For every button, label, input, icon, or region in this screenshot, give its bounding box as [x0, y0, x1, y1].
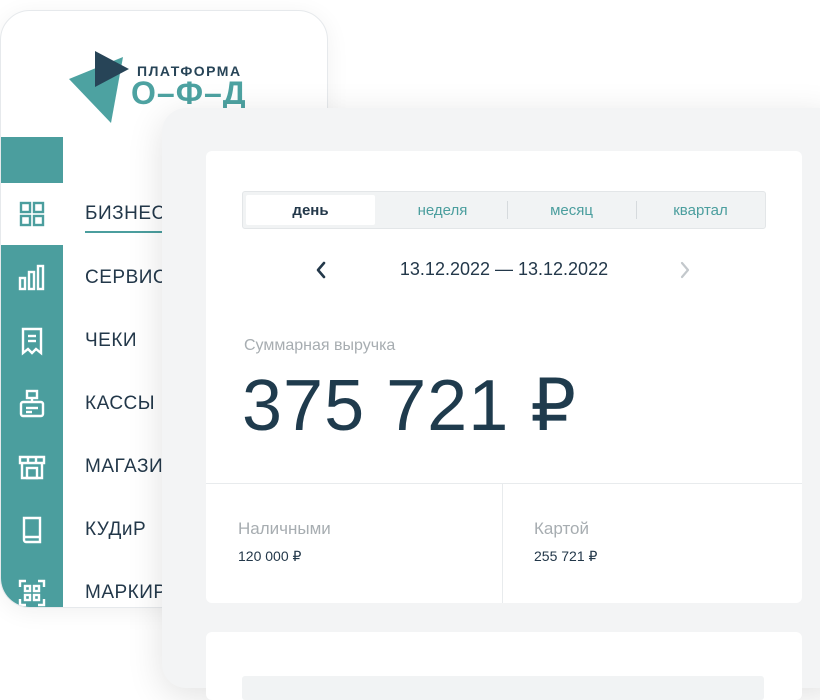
cash-label: Наличными: [238, 519, 331, 538]
card-value: 255 721 ₽: [534, 548, 598, 564]
bar-chart-icon: [1, 247, 63, 309]
dashboard-grid-icon: [1, 183, 63, 245]
date-navigator: 13.12.2022 — 13.12.2022: [206, 255, 802, 285]
sidebar-item-label: МАРКИР: [85, 582, 167, 603]
sidebar-item-label: ЧЕКИ: [85, 330, 138, 351]
sidebar-item-label: МАГАЗИ: [85, 456, 164, 477]
secondary-tabs: [242, 676, 764, 700]
book-icon: [1, 499, 63, 561]
sidebar-item-label: СЕРВИС: [85, 267, 168, 288]
sidebar-item-label: БИЗНЕС: [85, 203, 166, 224]
sidebar-item-label: КУДиР: [85, 519, 147, 540]
period-tabs: день неделя месяц квартал: [242, 191, 766, 229]
card-label: Картой: [534, 519, 589, 538]
vertical-divider: [502, 484, 503, 603]
tab-month[interactable]: месяц: [507, 192, 636, 228]
tab-week[interactable]: неделя: [378, 192, 507, 228]
secondary-card: [206, 632, 802, 700]
store-icon: [1, 436, 63, 498]
logo-text-bottom: О–Ф–Д: [131, 75, 247, 111]
tab-day[interactable]: день: [246, 195, 375, 225]
active-indicator: [85, 231, 165, 233]
cash-value: 120 000 ₽: [238, 548, 302, 564]
revenue-card: день неделя месяц квартал 13.12.2022 — 1…: [206, 151, 802, 603]
horizontal-divider: [206, 483, 802, 484]
date-range: 13.12.2022 — 13.12.2022: [399, 259, 609, 279]
total-revenue-value: 375 721 ₽: [242, 366, 578, 446]
total-revenue-label: Суммарная выручка: [244, 337, 396, 354]
qr-code-icon: [1, 562, 63, 607]
cash-register-icon: [1, 373, 63, 435]
receipt-icon: [1, 310, 63, 372]
tab-quarter[interactable]: квартал: [636, 192, 765, 228]
chevron-right-icon[interactable]: [672, 257, 698, 283]
sidebar-item-label: КАССЫ: [85, 393, 156, 414]
logo-triangle-icon: [69, 51, 129, 123]
